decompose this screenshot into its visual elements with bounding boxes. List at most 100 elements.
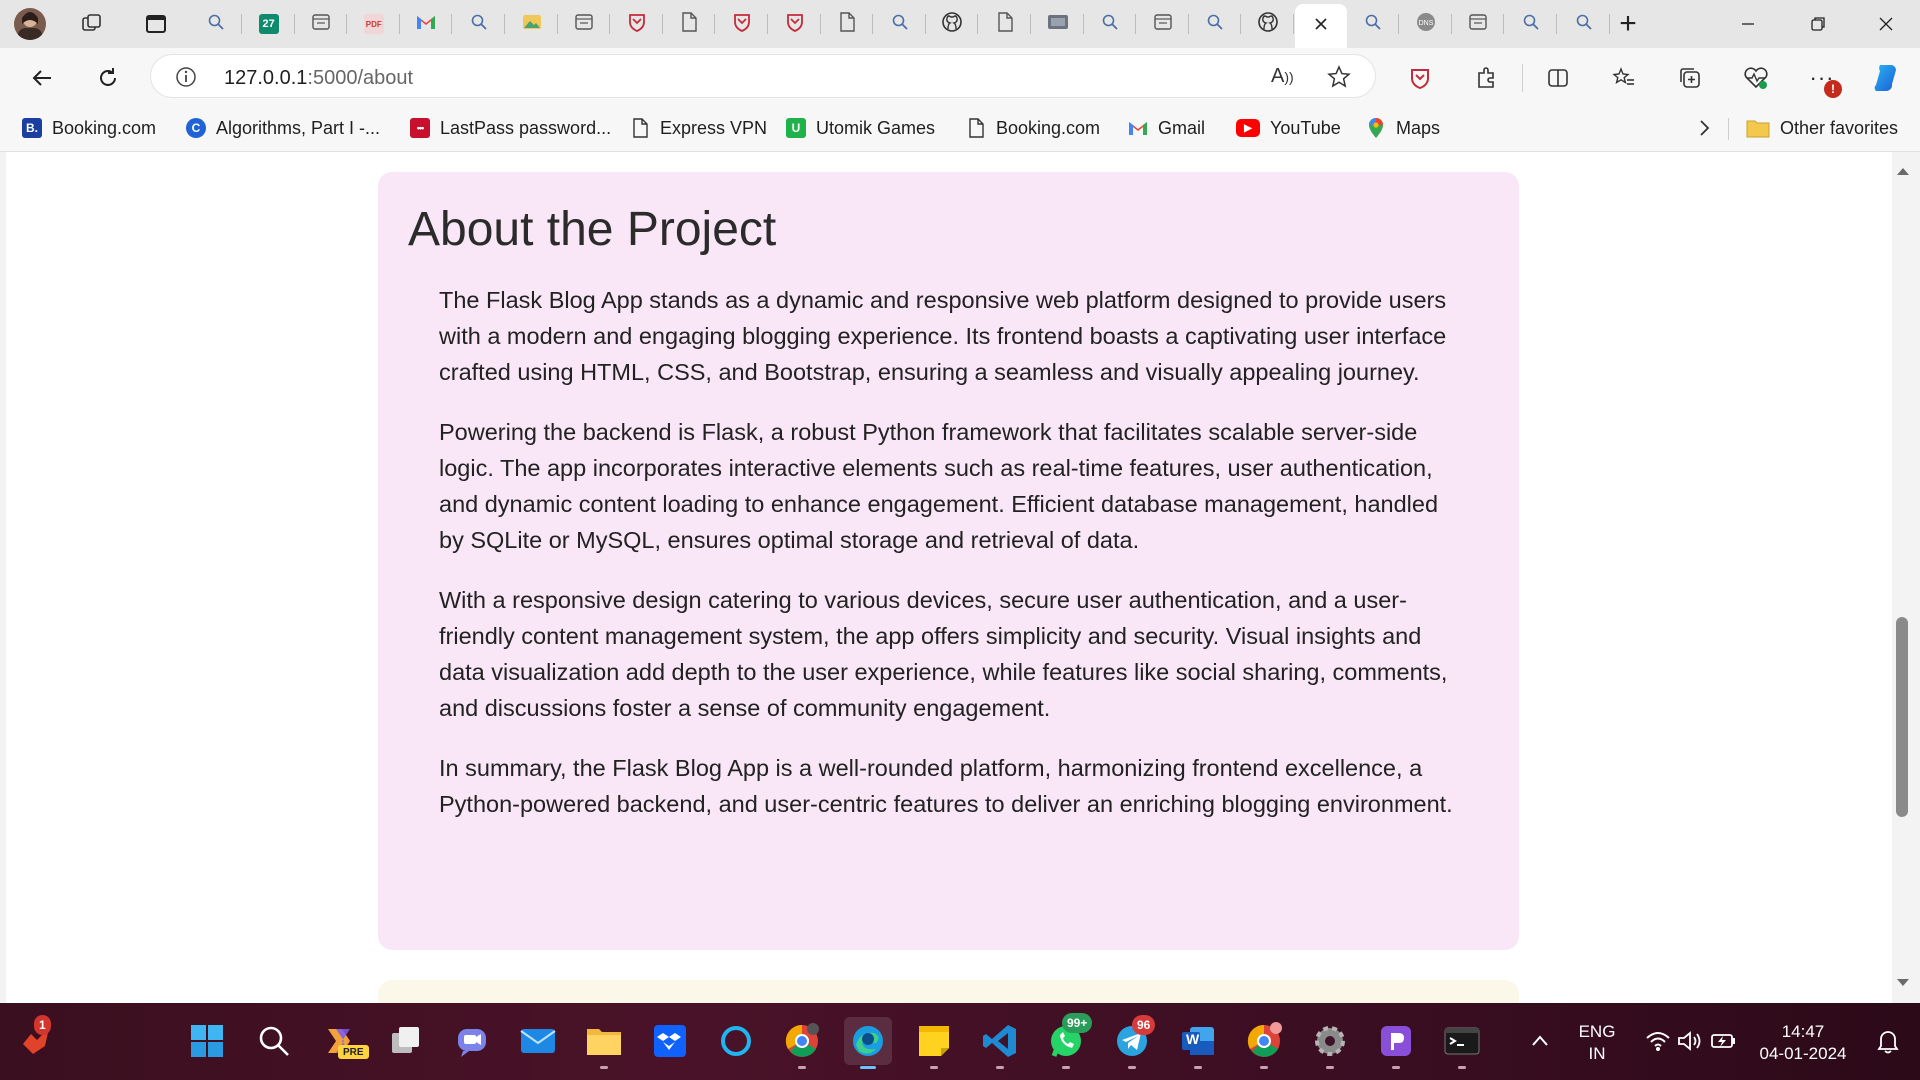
browser-tab[interactable] bbox=[716, 4, 768, 44]
browser-tab[interactable] bbox=[1558, 4, 1610, 44]
minimize-button[interactable] bbox=[1716, 0, 1780, 48]
taskbar-cortana[interactable] bbox=[712, 1017, 760, 1065]
search-icon bbox=[470, 13, 488, 36]
favorite-item[interactable]: Express VPN bbox=[630, 116, 767, 140]
favorite-item[interactable]: C Algorithms, Part I -... bbox=[186, 116, 380, 140]
favorite-item[interactable]: Maps bbox=[1366, 116, 1440, 140]
url-text[interactable]: 127.0.0.1:5000/about bbox=[224, 67, 413, 90]
taskbar-sticky-notes[interactable] bbox=[910, 1017, 958, 1069]
taskbar-whatsapp[interactable]: 99+ bbox=[1042, 1013, 1093, 1069]
svg-text:DNS: DNS bbox=[1418, 20, 1433, 27]
battery-button[interactable] bbox=[1700, 1017, 1748, 1065]
other-favorites[interactable]: Other favorites bbox=[1746, 116, 1898, 140]
restore-button[interactable] bbox=[1786, 0, 1850, 48]
chevron-right-icon bbox=[1700, 120, 1710, 136]
browser-tab[interactable] bbox=[1452, 4, 1505, 44]
running-indicator bbox=[798, 1066, 806, 1069]
read-aloud-button[interactable]: A)) bbox=[1271, 65, 1294, 88]
address-bar[interactable]: 127.0.0.1:5000/about A)) bbox=[150, 54, 1376, 98]
taskbar-mail[interactable] bbox=[514, 1017, 562, 1065]
taskbar-telegram[interactable]: 96 bbox=[1108, 1015, 1156, 1069]
browser-tab[interactable] bbox=[190, 4, 242, 44]
taskbar-chrome[interactable] bbox=[1240, 1017, 1288, 1069]
taskbar-chrome-profile[interactable] bbox=[778, 1017, 826, 1069]
favorites-button[interactable] bbox=[1606, 60, 1642, 96]
scrollbar-thumb[interactable] bbox=[1896, 617, 1908, 817]
windows-logo-icon bbox=[191, 1025, 223, 1057]
language-indicator[interactable]: ENG IN bbox=[1572, 1021, 1622, 1065]
taskbar-vscode[interactable] bbox=[976, 1017, 1024, 1069]
tab-active[interactable] bbox=[1294, 4, 1347, 48]
browser-tab[interactable]: DNS bbox=[1400, 4, 1452, 44]
taskbar-file-explorer[interactable] bbox=[580, 1017, 628, 1069]
browser-tab[interactable] bbox=[979, 4, 1031, 44]
refresh-button[interactable] bbox=[90, 60, 126, 96]
browser-tab[interactable] bbox=[453, 4, 505, 44]
scroll-down-icon[interactable] bbox=[1896, 978, 1910, 988]
clock[interactable]: 14:47 04-01-2024 bbox=[1748, 1021, 1858, 1065]
browser-tab[interactable] bbox=[1347, 4, 1400, 44]
browser-essentials-button[interactable] bbox=[1738, 60, 1774, 96]
clock-time: 14:47 bbox=[1781, 1022, 1825, 1041]
extension-shield-button[interactable] bbox=[1402, 60, 1438, 96]
copilot-button[interactable] bbox=[1868, 60, 1904, 96]
vertical-tabs-button[interactable] bbox=[140, 8, 172, 40]
browser-tab[interactable] bbox=[1032, 4, 1084, 44]
browser-tab[interactable] bbox=[1084, 4, 1137, 44]
browser-tab[interactable] bbox=[558, 4, 611, 44]
taskbar-dropbox[interactable] bbox=[646, 1017, 694, 1065]
browser-tab[interactable]: 27 bbox=[243, 4, 295, 44]
taskbar-terminal[interactable] bbox=[1438, 1017, 1486, 1069]
taskbar-edge[interactable] bbox=[844, 1017, 892, 1069]
browser-tab[interactable] bbox=[874, 4, 926, 44]
taskbar-copilot[interactable]: PRE bbox=[316, 1017, 369, 1065]
notifications-button[interactable] bbox=[1864, 1017, 1912, 1065]
browser-tab[interactable] bbox=[400, 4, 453, 44]
running-indicator bbox=[1326, 1066, 1334, 1069]
browser-tab[interactable]: PDF bbox=[348, 4, 400, 44]
workspaces-button[interactable] bbox=[76, 8, 108, 40]
taskbar-antivirus[interactable]: 1 bbox=[12, 1015, 60, 1065]
browser-tab[interactable] bbox=[821, 4, 874, 44]
favorite-item[interactable]: B. Booking.com bbox=[22, 116, 156, 140]
taskbar-teams[interactable] bbox=[448, 1017, 496, 1065]
extensions-button[interactable] bbox=[1468, 60, 1504, 96]
browser-tab[interactable] bbox=[663, 4, 716, 44]
new-tab-button[interactable]: + bbox=[1612, 8, 1644, 40]
settings-more-button[interactable]: ··· ! bbox=[1804, 60, 1842, 98]
favorite-item[interactable]: U Utomik Games bbox=[786, 116, 935, 140]
close-icon[interactable] bbox=[1313, 16, 1329, 37]
taskbar-vpn[interactable] bbox=[1372, 1017, 1420, 1069]
browser-tab[interactable] bbox=[1189, 4, 1242, 44]
browser-tab[interactable] bbox=[1242, 4, 1294, 44]
favorites-overflow-button[interactable] bbox=[1686, 110, 1722, 146]
task-view-button[interactable] bbox=[382, 1017, 430, 1065]
collections-button[interactable] bbox=[1672, 60, 1708, 96]
browser-tab[interactable] bbox=[506, 4, 558, 44]
taskbar-word[interactable]: W bbox=[1174, 1017, 1222, 1069]
close-window-button[interactable] bbox=[1854, 0, 1918, 48]
about-paragraph-4: In summary, the Flask Blog App is a well… bbox=[439, 755, 1453, 817]
split-screen-button[interactable] bbox=[1540, 60, 1576, 96]
browser-tab[interactable] bbox=[1137, 4, 1189, 44]
favorite-label: Utomik Games bbox=[816, 117, 936, 138]
show-hidden-icons-button[interactable] bbox=[1516, 1017, 1564, 1065]
back-button[interactable] bbox=[24, 60, 60, 96]
browser-tab[interactable] bbox=[1505, 4, 1557, 44]
info-icon[interactable] bbox=[175, 66, 197, 88]
browser-tab[interactable] bbox=[295, 4, 348, 44]
favorite-item[interactable]: Gmail bbox=[1128, 116, 1205, 140]
start-button[interactable] bbox=[183, 1017, 231, 1065]
favorite-item[interactable]: ▶ YouTube bbox=[1236, 116, 1341, 140]
taskbar-settings[interactable] bbox=[1306, 1017, 1354, 1069]
page-scrollbar[interactable] bbox=[1892, 152, 1920, 1003]
search-button[interactable] bbox=[250, 1017, 298, 1065]
favorite-star-icon[interactable] bbox=[1327, 65, 1351, 89]
browser-tab[interactable] bbox=[926, 4, 979, 44]
favorite-item[interactable]: ••• LastPass password... bbox=[410, 116, 611, 140]
favorite-item[interactable]: Booking.com bbox=[966, 116, 1100, 140]
browser-tab[interactable] bbox=[769, 4, 821, 44]
profile-avatar[interactable] bbox=[14, 8, 46, 40]
browser-tab[interactable] bbox=[611, 4, 663, 44]
scroll-up-icon[interactable] bbox=[1896, 166, 1910, 176]
